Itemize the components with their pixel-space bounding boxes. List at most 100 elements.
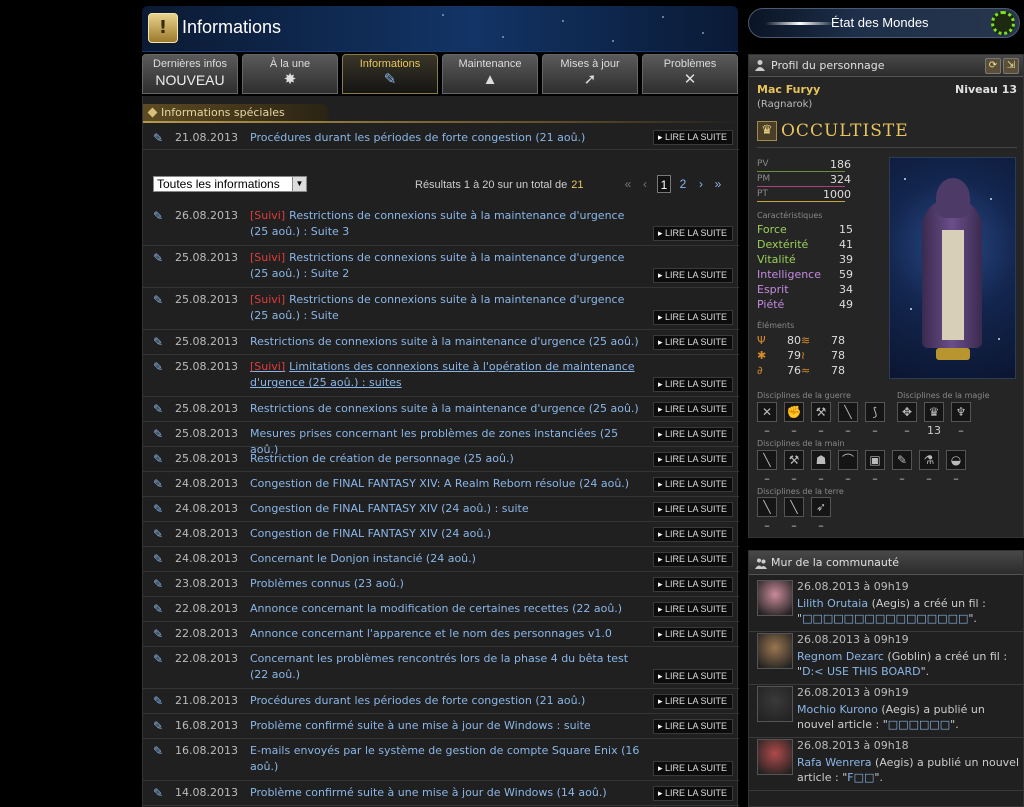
- news-title-link[interactable]: [Suivi] Restrictions de connexions suite …: [250, 250, 640, 282]
- read-more-button[interactable]: LIRE LA SUITE: [653, 427, 733, 442]
- news-title-link[interactable]: Concernant les problèmes rencontrés lors…: [250, 651, 640, 683]
- news-row[interactable]: ✎ 25.08.2013 [Suivi] Restrictions de connex…: [143, 246, 739, 288]
- post-thread-link[interactable]: □□□□□□: [888, 718, 950, 731]
- news-title-link[interactable]: [Suivi] Limitations des connexions suite …: [250, 359, 640, 391]
- read-more-button[interactable]: LIRE LA SUITE: [653, 452, 733, 467]
- conjurer-icon[interactable]: ✥: [897, 402, 917, 422]
- post-thread-link[interactable]: □□□□□□□□□□□□□□□□: [802, 612, 968, 625]
- post-author-link[interactable]: Lilith Orutaia: [797, 597, 868, 610]
- read-more-button[interactable]: LIRE LA SUITE: [653, 310, 733, 325]
- read-more-button[interactable]: LIRE LA SUITE: [653, 377, 733, 392]
- last-page-icon[interactable]: »: [711, 175, 725, 193]
- news-title-link[interactable]: Problème confirmé suite à une mise à jou…: [250, 785, 640, 801]
- news-row[interactable]: ✎ 25.08.2013 [Suivi] Restrictions de connex…: [143, 288, 739, 330]
- news-title-link[interactable]: E-mails envoyés par le système de gestio…: [250, 743, 640, 775]
- news-row[interactable]: ✎ 16.08.2013 Problème confirmé suite à une…: [143, 714, 739, 739]
- news-title-link[interactable]: Procédures durant les périodes de forte …: [250, 130, 640, 146]
- archer-icon[interactable]: ⟆: [865, 402, 885, 422]
- news-title-link[interactable]: Restrictions de connexions suite à la ma…: [250, 334, 640, 350]
- next-page-icon[interactable]: ›: [695, 175, 707, 193]
- first-page-icon[interactable]: «: [621, 175, 635, 193]
- news-title-link[interactable]: Congestion de FINAL FANTASY XIV (24 aoû.…: [250, 501, 640, 517]
- avatar[interactable]: [757, 580, 793, 616]
- read-more-button[interactable]: LIRE LA SUITE: [653, 527, 733, 542]
- read-more-button[interactable]: LIRE LA SUITE: [653, 719, 733, 734]
- news-row[interactable]: ✎ 22.08.2013 Concernant les problèmes renc…: [143, 647, 739, 689]
- news-title-link[interactable]: [Suivi] Restrictions de connexions suite …: [250, 208, 640, 240]
- news-row[interactable]: ✎ 24.08.2013 Congestion de FINAL FANTASY X…: [143, 522, 739, 547]
- news-title-link[interactable]: Restrictions de connexions suite à la ma…: [250, 401, 640, 417]
- marauder-icon[interactable]: ⚒: [811, 402, 831, 422]
- culinarian-icon[interactable]: ◒: [946, 450, 966, 470]
- post-author-link[interactable]: Mochio Kurono: [797, 703, 878, 716]
- read-more-button[interactable]: LIRE LA SUITE: [653, 577, 733, 592]
- miner-icon[interactable]: ╲: [757, 497, 777, 517]
- read-more-button[interactable]: LIRE LA SUITE: [653, 268, 733, 283]
- news-row[interactable]: ✎ 21.08.2013 Procédures durant les période…: [143, 689, 739, 714]
- news-row[interactable]: ✎ 24.08.2013 Congestion de FINAL FANTASY X…: [143, 472, 739, 497]
- read-more-button[interactable]: LIRE LA SUITE: [653, 226, 733, 241]
- read-more-button[interactable]: LIRE LA SUITE: [653, 669, 733, 684]
- avatar[interactable]: [757, 633, 793, 669]
- alchemist-icon[interactable]: ⚗: [919, 450, 939, 470]
- news-title-link[interactable]: Congestion de FINAL FANTASY XIV (24 aoû.…: [250, 526, 640, 542]
- news-row[interactable]: ✎ 22.08.2013 Annonce concernant la modific…: [143, 597, 739, 622]
- news-row[interactable]: ✎ 25.08.2013 Restrictions de connexions su…: [143, 330, 739, 355]
- prev-page-icon[interactable]: ‹: [639, 175, 651, 193]
- news-title-link[interactable]: Annonce concernant la modification de ce…: [250, 601, 640, 617]
- thaumaturge-icon[interactable]: ♆: [951, 402, 971, 422]
- news-title-link[interactable]: Restriction de création de personnage (2…: [250, 451, 640, 467]
- read-more-button[interactable]: LIRE LA SUITE: [653, 552, 733, 567]
- news-row[interactable]: ✎ 25.08.2013 Restriction de création de pe…: [143, 447, 739, 472]
- blacksmith-icon[interactable]: ⚒: [784, 450, 804, 470]
- category-select[interactable]: Toutes les informations ▼: [153, 176, 307, 192]
- news-row[interactable]: ✎ 16.08.2013 E-mails envoyés par le systèm…: [143, 739, 739, 781]
- read-more-button[interactable]: LIRE LA SUITE: [653, 602, 733, 617]
- news-row[interactable]: ✎ 23.08.2013 Problèmes connus (23 aoû.) LIR…: [143, 572, 739, 597]
- read-more-button[interactable]: LIRE LA SUITE: [653, 477, 733, 492]
- news-row[interactable]: ✎ 24.08.2013 Concernant le Donjon instanci…: [143, 547, 739, 572]
- news-row[interactable]: ✎ 14.08.2013 Problème confirmé suite à une…: [143, 781, 739, 806]
- leatherworker-icon[interactable]: ▣: [865, 450, 885, 470]
- page-1[interactable]: 1: [657, 175, 671, 193]
- news-title-link[interactable]: Congestion de FINAL FANTASY XIV: A Realm…: [250, 476, 640, 492]
- world-status-button[interactable]: État des Mondes: [748, 8, 1020, 38]
- news-row[interactable]: ✎ 25.08.2013 Restrictions de connexions su…: [143, 397, 739, 422]
- post-author-link[interactable]: Regnom Dezarc: [797, 650, 884, 663]
- tab-a-la-une[interactable]: À la une ✸: [242, 54, 338, 94]
- page-2[interactable]: 2: [677, 175, 689, 193]
- post-thread-link[interactable]: D:< USE THIS BOARD: [802, 665, 921, 678]
- read-more-button[interactable]: LIRE LA SUITE: [653, 335, 733, 350]
- read-more-button[interactable]: LIRE LA SUITE: [653, 786, 733, 801]
- botanist-icon[interactable]: ╲: [784, 497, 804, 517]
- special-news-row[interactable]: ✎ 21.08.2013 Procédures durant les pério…: [143, 126, 739, 150]
- news-row[interactable]: ✎ 22.08.2013 Annonce concernant l'apparenc…: [143, 622, 739, 647]
- news-title-link[interactable]: Annonce concernant l'apparence et le nom…: [250, 626, 640, 642]
- news-row[interactable]: ✎ 24.08.2013 Congestion de FINAL FANTASY X…: [143, 497, 739, 522]
- read-more-button[interactable]: LIRE LA SUITE: [653, 130, 733, 145]
- tab-problemes[interactable]: Problèmes ✕: [642, 54, 738, 94]
- avatar[interactable]: [757, 739, 793, 775]
- tab-dernieres-infos[interactable]: Dernières infos NOUVEAU: [142, 54, 238, 94]
- character-name[interactable]: Mac Furyy: [757, 83, 820, 96]
- news-title-link[interactable]: Procédures durant les périodes de forte …: [250, 693, 640, 709]
- expand-icon[interactable]: ⇲: [1003, 58, 1019, 74]
- tab-mises-a-jour[interactable]: Mises à jour ➚: [542, 54, 638, 94]
- news-row[interactable]: ✎ 26.08.2013 [Suivi] Restrictions de connex…: [143, 204, 739, 246]
- news-title-link[interactable]: [Suivi] Restrictions de connexions suite …: [250, 292, 640, 324]
- lancer-icon[interactable]: ╲: [838, 402, 858, 422]
- read-more-button[interactable]: LIRE LA SUITE: [653, 694, 733, 709]
- gladiator-icon[interactable]: ✕: [757, 402, 777, 422]
- tab-informations[interactable]: Informations ✎: [342, 54, 438, 94]
- read-more-button[interactable]: LIRE LA SUITE: [653, 402, 733, 417]
- news-row[interactable]: ✎ 25.08.2013 Mesures prises concernant les…: [143, 422, 739, 456]
- post-author-link[interactable]: Rafa Wenrera: [797, 756, 872, 769]
- weaver-icon[interactable]: ✎: [892, 450, 912, 470]
- pugilist-icon[interactable]: ✊: [784, 402, 804, 422]
- fisher-icon[interactable]: ➶: [811, 497, 831, 517]
- goldsmith-icon[interactable]: ⌒: [838, 450, 858, 470]
- news-title-link[interactable]: Problème confirmé suite à une mise à jou…: [250, 718, 640, 734]
- tab-maintenance[interactable]: Maintenance ▲: [442, 54, 538, 94]
- arcanist-icon[interactable]: ♛: [924, 402, 944, 422]
- news-title-link[interactable]: Concernant le Donjon instancié (24 aoû.): [250, 551, 640, 567]
